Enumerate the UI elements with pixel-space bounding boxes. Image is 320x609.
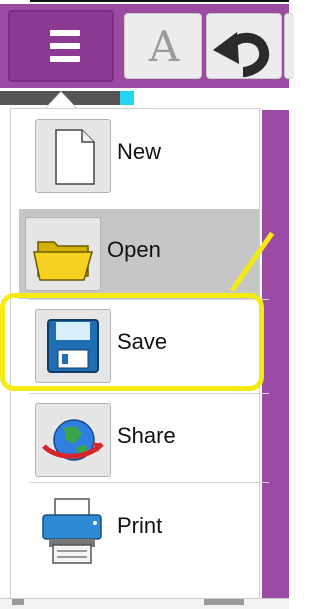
printer-icon: [35, 493, 111, 567]
menu-item-print-label: Print: [117, 513, 163, 538]
menu-item-open[interactable]: Open: [19, 209, 259, 299]
menu-item-print[interactable]: Print: [19, 485, 269, 575]
globe-share-icon: [35, 403, 111, 477]
top-edge: [0, 0, 289, 3]
folder-icon: [25, 217, 101, 291]
toolbar: A: [0, 4, 294, 88]
menu-item-open-label: Open: [107, 237, 161, 262]
top-edge-border: [30, 0, 289, 2]
text-tool-button[interactable]: A: [124, 13, 202, 79]
next-toolbar-button[interactable]: [284, 13, 294, 79]
menu-item-share[interactable]: Share: [19, 395, 269, 485]
menu-item-new-label: New: [117, 139, 162, 164]
undo-icon: [213, 32, 270, 77]
bottom-edge: [0, 598, 289, 609]
menu-item-new[interactable]: New: [19, 111, 269, 201]
menu-button[interactable]: [8, 10, 114, 82]
bottom-edge-mark: [12, 599, 24, 605]
new-document-icon: [35, 119, 111, 193]
bottom-edge-mark: [204, 599, 244, 605]
save-highlight-annotation: [0, 293, 264, 391]
progress-cyan-marker: [120, 91, 134, 105]
undo-button[interactable]: [206, 13, 282, 79]
menu-divider: [29, 393, 269, 394]
text-tool-icon: A: [149, 22, 180, 71]
menu-divider: [29, 482, 269, 483]
menu-item-share-label: Share: [117, 423, 176, 448]
